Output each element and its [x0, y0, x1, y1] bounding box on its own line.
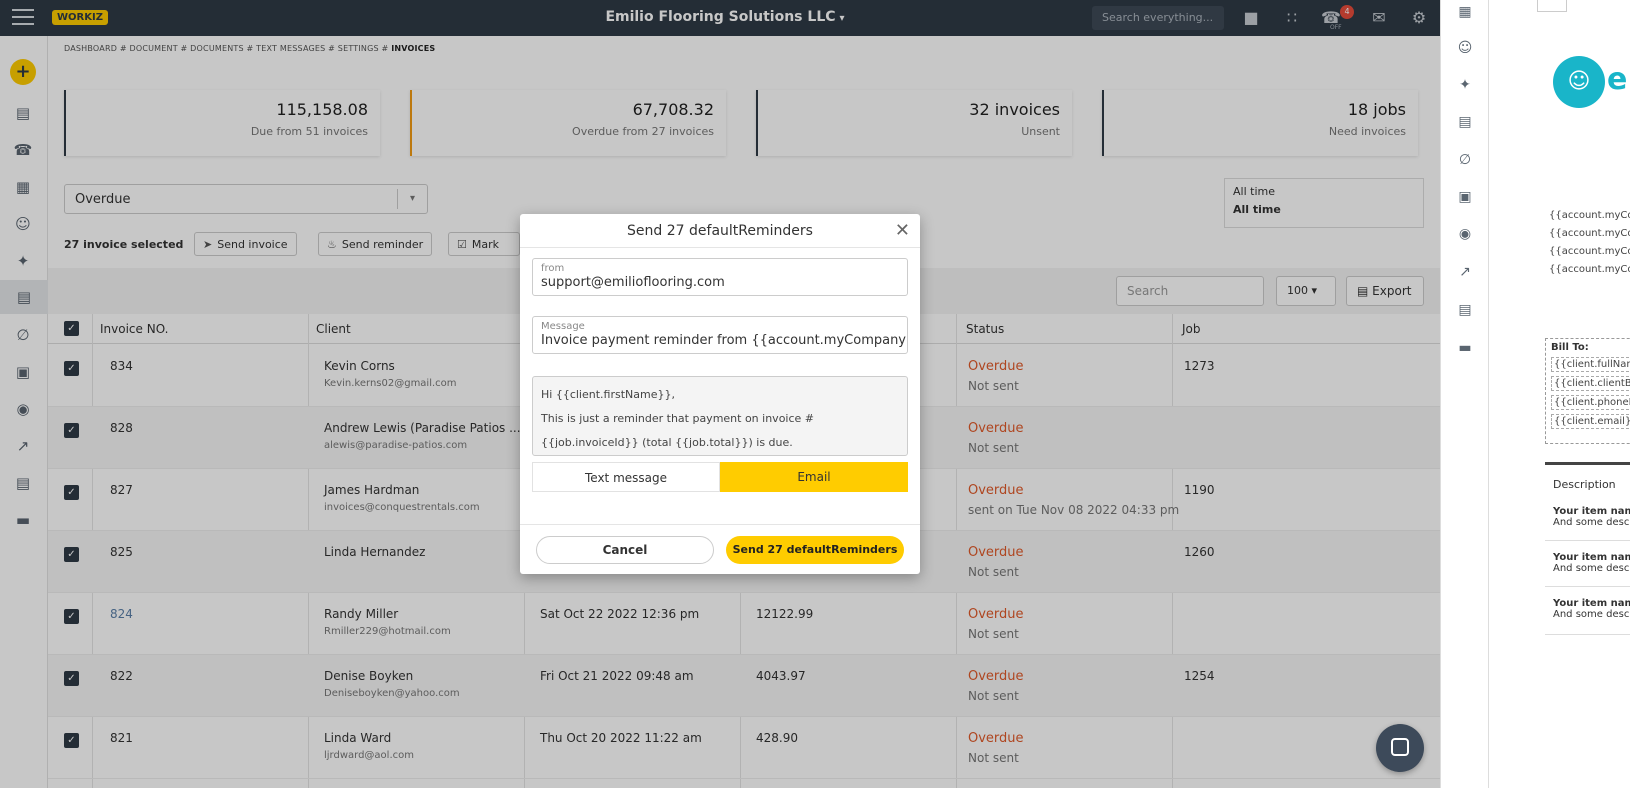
bill-to-line: {{client.fullName	[1551, 357, 1630, 372]
body-line: This is just a reminder that payment on …	[541, 412, 815, 425]
from-field[interactable]: from support@emilioflooring.com	[532, 258, 908, 296]
email-tab[interactable]: Email	[720, 462, 908, 492]
bill-to-line: {{client.clientBil	[1551, 376, 1630, 391]
preview-divider	[1545, 462, 1630, 465]
send-reminders-modal: Send 27 defaultReminders ✕ from support@…	[520, 214, 920, 574]
item-desc: And some desc	[1553, 563, 1630, 574]
paperclip-icon[interactable]: ∅	[1455, 150, 1475, 170]
bill-to-line: {{client.phoneN	[1551, 395, 1630, 410]
message-value: Invoice payment reminder from {{account.…	[541, 333, 907, 348]
inventory-icon[interactable]: ▤	[1455, 300, 1475, 320]
preview-handle[interactable]	[1537, 0, 1567, 12]
message-subject-field[interactable]: Message Invoice payment reminder from {{…	[532, 316, 908, 354]
item-desc: And some desc	[1553, 517, 1630, 528]
reports-icon[interactable]: ↗	[1455, 262, 1475, 282]
users-icon[interactable]: ☺	[1455, 38, 1475, 58]
preview-divider	[1545, 634, 1630, 635]
payments-icon[interactable]: ▣	[1455, 187, 1475, 207]
cancel-button[interactable]: Cancel	[536, 536, 714, 564]
card-icon[interactable]: ▬	[1455, 338, 1475, 358]
body-line: {{job.invoiceId}} (total {{job.total}}) …	[541, 436, 793, 449]
company-logo-avatar: ☺	[1553, 56, 1605, 108]
preview-item: Your item nam And some desc	[1553, 506, 1630, 528]
invoices-icon[interactable]: ▤	[1455, 112, 1475, 132]
from-value: support@emilioflooring.com	[541, 275, 725, 290]
preview-divider	[1545, 540, 1630, 541]
close-icon[interactable]: ✕	[895, 220, 910, 241]
preview-line: {{account.myCo	[1549, 210, 1630, 221]
bill-to-label: Bill To:	[1551, 342, 1589, 353]
item-name: Your item nam	[1553, 552, 1630, 563]
preview-line: {{account.myCo	[1549, 264, 1630, 275]
chat-bubble-icon	[1391, 738, 1409, 756]
modal-title: Send 27 defaultReminders	[627, 223, 813, 239]
tools-icon[interactable]: ✦	[1455, 75, 1475, 95]
body-line: Hi {{client.firstName}},	[541, 388, 675, 401]
preview-divider	[1545, 586, 1630, 587]
item-name: Your item nam	[1553, 598, 1630, 609]
preview-item: Your item nam And some desc	[1553, 552, 1630, 574]
chat-launcher-button[interactable]	[1376, 724, 1424, 772]
preview-item: Your item nam And some desc	[1553, 598, 1630, 620]
send-reminders-button[interactable]: Send 27 defaultReminders	[726, 536, 904, 564]
message-label: Message	[541, 321, 585, 332]
bill-to-line: {{client.email}}	[1551, 414, 1630, 429]
item-name: Your item nam	[1553, 506, 1630, 517]
preview-line: {{account.myCo	[1549, 228, 1630, 239]
modal-footer-divider	[520, 524, 920, 525]
invoice-preview: ☺ e {{account.myCo {{account.myCo {{acco…	[1488, 0, 1630, 788]
company-logo-letter: e	[1607, 62, 1628, 97]
message-body-textarea[interactable]: Hi {{client.firstName}}, This is just a …	[532, 376, 908, 456]
map-icon[interactable]: ▦	[1455, 2, 1475, 22]
right-sidebar: ▦ ☺ ✦ ▤ ∅ ▣ ◉ ↗ ▤ ▬	[1440, 0, 1488, 788]
modal-header: Send 27 defaultReminders ✕	[520, 214, 920, 248]
preview-line: {{account.myCo	[1549, 246, 1630, 257]
from-label: from	[541, 263, 565, 274]
item-desc: And some desc	[1553, 609, 1630, 620]
description-header: Description	[1553, 478, 1616, 491]
text-message-tab[interactable]: Text message	[532, 462, 720, 492]
marketing-icon[interactable]: ◉	[1455, 224, 1475, 244]
bill-to-box: Bill To: {{client.fullName {{client.clie…	[1545, 338, 1630, 444]
